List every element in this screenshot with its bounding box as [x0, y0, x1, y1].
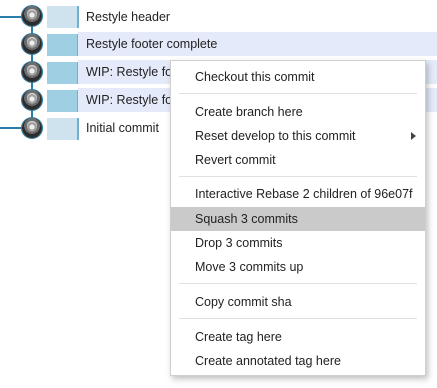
commit-message: WIP: Restyle fo — [86, 65, 173, 79]
author-avatar[interactable] — [22, 118, 42, 138]
commit-message: Restyle header — [86, 10, 171, 24]
menu-item-revert[interactable]: Revert commit — [171, 148, 425, 172]
menu-separator — [179, 318, 417, 319]
commit-row[interactable]: Restyle header — [78, 5, 437, 29]
menu-item-squash[interactable]: Squash 3 commits — [171, 207, 425, 231]
menu-separator — [179, 93, 417, 94]
branch-swatch — [47, 62, 79, 84]
author-avatar[interactable] — [22, 34, 42, 54]
menu-item-label: Revert commit — [195, 153, 276, 167]
graph-branch-line — [0, 127, 24, 129]
menu-item-move-up[interactable]: Move 3 commits up — [171, 255, 425, 279]
menu-item-create-tag[interactable]: Create tag here — [171, 325, 425, 349]
commit-message: Initial commit — [86, 121, 159, 135]
branch-swatch — [47, 90, 79, 112]
menu-item-checkout[interactable]: Checkout this commit — [171, 65, 425, 89]
menu-item-label: Squash 3 commits — [195, 212, 298, 226]
menu-separator — [179, 283, 417, 284]
menu-item-copy-sha[interactable]: Copy commit sha — [171, 290, 425, 314]
submenu-arrow-icon — [411, 132, 416, 140]
branch-swatch — [47, 34, 79, 56]
author-avatar[interactable] — [22, 90, 42, 110]
author-avatar[interactable] — [22, 6, 42, 26]
menu-item-label: Drop 3 commits — [195, 236, 283, 250]
menu-item-reset[interactable]: Reset develop to this commit — [171, 124, 425, 148]
commit-row[interactable]: Restyle footer complete — [78, 32, 437, 56]
menu-item-drop[interactable]: Drop 3 commits — [171, 231, 425, 255]
context-menu: Checkout this commit Create branch here … — [170, 60, 426, 376]
menu-item-label: Move 3 commits up — [195, 260, 304, 274]
graph-branch-line — [0, 16, 24, 18]
menu-item-create-branch[interactable]: Create branch here — [171, 100, 425, 124]
author-avatar[interactable] — [22, 62, 42, 82]
menu-item-label: Interactive Rebase 2 children of 96e07f — [195, 187, 413, 201]
menu-item-create-annotated-tag[interactable]: Create annotated tag here — [171, 349, 425, 373]
menu-item-interactive-rebase[interactable]: Interactive Rebase 2 children of 96e07f — [171, 182, 425, 206]
menu-item-label: Checkout this commit — [195, 70, 315, 84]
commit-message: WIP: Restyle fo — [86, 93, 173, 107]
menu-item-label: Create tag here — [195, 330, 282, 344]
menu-item-label: Create annotated tag here — [195, 354, 341, 368]
branch-swatch — [47, 118, 79, 140]
menu-item-label: Copy commit sha — [195, 295, 292, 309]
menu-item-label: Create branch here — [195, 105, 303, 119]
menu-item-label: Reset develop to this commit — [195, 129, 356, 143]
menu-separator — [179, 176, 417, 177]
branch-swatch — [47, 6, 79, 28]
commit-message: Restyle footer complete — [86, 37, 218, 51]
